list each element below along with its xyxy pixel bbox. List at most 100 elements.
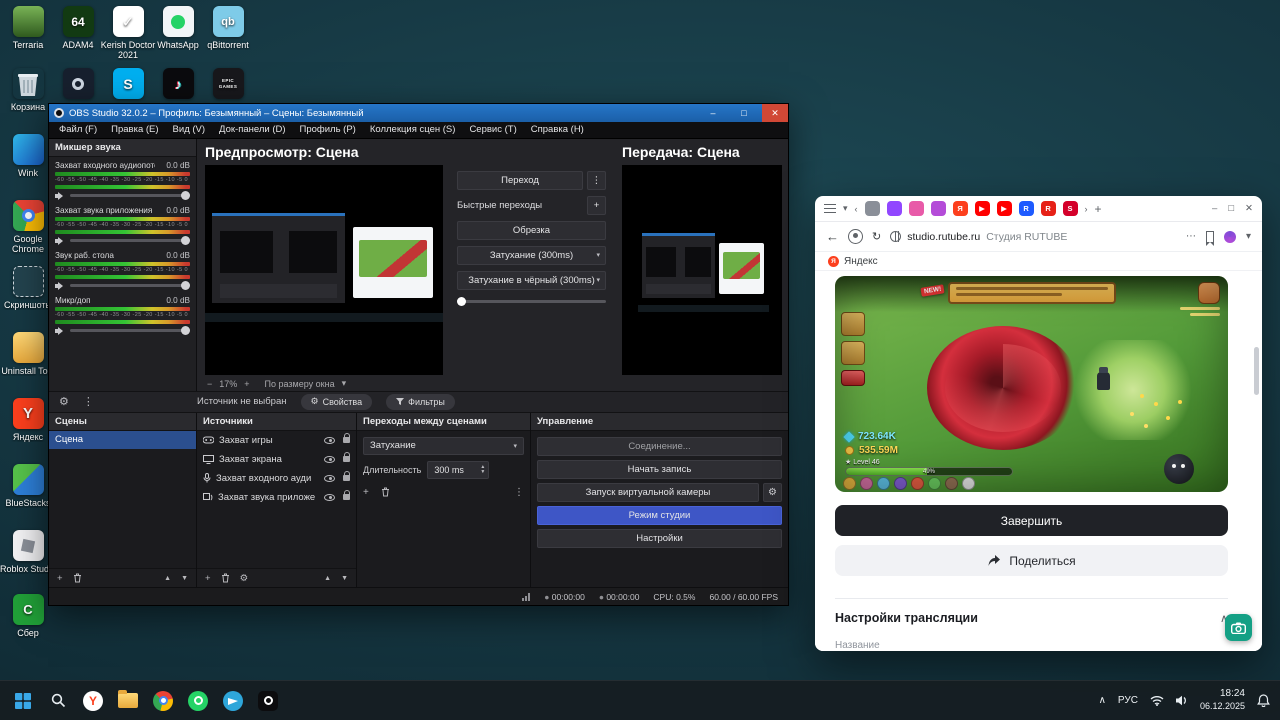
browser-minimize-button[interactable]: – (1212, 203, 1217, 214)
start-recording-button[interactable]: Начать запись (537, 459, 782, 479)
tab-favicon-youtube[interactable]: ▶ (974, 201, 990, 216)
stream-preview[interactable]: NEW! 723.64K 535.59M ★ Level 46 49% (835, 276, 1228, 492)
remove-scene-button[interactable] (73, 573, 82, 583)
finish-stream-button[interactable]: Завершить (835, 505, 1228, 536)
tray-chevron-up-icon[interactable]: ∧ (1099, 695, 1106, 706)
bookmark-icon[interactable] (1205, 231, 1214, 246)
quick-transition-fade-to-black[interactable]: Затухание в чёрный (300ms) ▾ (457, 270, 606, 290)
source-row-game-capture[interactable]: Захват игры (197, 431, 356, 450)
duration-spinner[interactable]: 300 ms ▲ ▼ (427, 460, 490, 479)
controls-header[interactable]: Управление (531, 412, 788, 431)
program-canvas[interactable] (622, 164, 782, 375)
sidebar-icon[interactable] (824, 204, 836, 213)
wifi-icon[interactable] (1150, 695, 1164, 706)
mixer-gear-icon[interactable]: ⚙ (59, 395, 69, 408)
menu-file[interactable]: Файл (F) (52, 124, 104, 135)
taskbar-clock[interactable]: 18:24 06.12.2025 (1200, 688, 1245, 713)
menu-edit[interactable]: Правка (E) (104, 124, 165, 135)
tab-favicon-violet-site[interactable] (930, 201, 946, 216)
back-icon[interactable]: ← (826, 229, 839, 244)
scene-up-button[interactable]: ▲ (164, 575, 171, 582)
menu-view[interactable]: Вид (V) (166, 124, 213, 135)
search-button[interactable] (45, 688, 71, 714)
zoom-in-icon[interactable]: + (244, 379, 249, 389)
tab-favicon-purple-site[interactable] (886, 201, 902, 216)
visibility-icon[interactable] (324, 474, 335, 482)
filters-button[interactable]: Фильтры (386, 393, 455, 410)
tabs-chevron-down-icon[interactable]: ▾ (843, 203, 848, 214)
sources-header[interactable]: Источники (197, 412, 356, 431)
quick-transition-fade[interactable]: Затухание (300ms) ▾ (457, 245, 606, 265)
toolbar-chevron-down-icon[interactable]: ▾ (1246, 231, 1251, 242)
broadcast-settings-section[interactable]: Настройки трансляции ∧ (835, 611, 1228, 625)
tab-favicon-pink-site[interactable] (908, 201, 924, 216)
remove-source-button[interactable] (221, 573, 230, 583)
speaker-icon[interactable] (55, 236, 65, 245)
more-icon[interactable]: ⋯ (1186, 231, 1196, 242)
tab-favicon-yandex[interactable]: Я (952, 201, 968, 216)
scenes-header[interactable]: Сцены (49, 412, 196, 431)
speaker-icon[interactable] (55, 326, 65, 335)
menu-help[interactable]: Справка (H) (524, 124, 591, 135)
visibility-icon[interactable] (324, 493, 335, 501)
transition-slider[interactable] (457, 296, 606, 306)
volume-icon[interactable] (1175, 695, 1188, 706)
add-source-button[interactable]: + (205, 573, 211, 584)
start-button[interactable] (10, 688, 36, 714)
tab-favicon-red-site[interactable]: S (1062, 201, 1078, 216)
taskbar-yandex-browser[interactable]: Y (80, 688, 106, 714)
transition-button[interactable]: Переход (457, 170, 583, 190)
taskbar-chrome[interactable] (150, 688, 176, 714)
source-down-button[interactable]: ▼ (341, 575, 348, 582)
lock-icon[interactable] (343, 471, 350, 482)
transition-props-icon[interactable]: ⋮ (514, 487, 524, 498)
start-streaming-button[interactable]: Соединение... (537, 436, 782, 456)
share-button[interactable]: Поделиться (835, 545, 1228, 576)
preview-canvas[interactable] (205, 164, 443, 375)
taskbar-explorer[interactable] (115, 688, 141, 714)
reload-icon[interactable]: ↻ (872, 230, 881, 243)
notification-bell-icon[interactable] (1257, 694, 1270, 707)
visibility-icon[interactable] (324, 455, 335, 463)
menu-tools[interactable]: Сервис (T) (462, 124, 523, 135)
chevron-down-icon[interactable]: ▾ (596, 251, 600, 259)
lock-icon[interactable] (343, 452, 350, 463)
tab-favicon-rutube-blue[interactable]: R (1018, 201, 1034, 216)
scene-item-selected[interactable]: Сцена (49, 430, 196, 449)
speaker-icon[interactable] (55, 191, 65, 200)
desktop-icon-qbittorrent[interactable]: qb qBittorrent (200, 6, 256, 50)
remove-transition-button[interactable] (381, 487, 390, 497)
transition-menu-button[interactable]: ⋮ (587, 170, 606, 190)
taskbar-obs[interactable] (255, 688, 281, 714)
volume-slider[interactable] (70, 281, 190, 291)
scene-transitions-header[interactable]: Переходы между сценами (357, 412, 530, 431)
browser-maximize-button[interactable]: □ (1228, 203, 1234, 214)
maximize-button[interactable]: □ (731, 104, 757, 122)
source-properties-icon[interactable]: ⚙ (240, 573, 249, 584)
menu-profile[interactable]: Профиль (P) (293, 124, 363, 135)
add-transition-button[interactable]: + (363, 487, 369, 498)
properties-button[interactable]: ⚙ Свойства (300, 393, 373, 410)
add-scene-button[interactable]: + (57, 573, 63, 584)
quick-transition-cut[interactable]: Обрезка (457, 220, 606, 240)
mixer-header[interactable]: Микшер звука (49, 138, 196, 157)
scene-down-button[interactable]: ▼ (181, 575, 188, 582)
virtual-camera-settings-button[interactable]: ⚙ (763, 482, 782, 502)
scrollbar-thumb[interactable] (1254, 347, 1259, 395)
capture-button[interactable] (1225, 614, 1252, 641)
tab-favicon-youtube[interactable]: ▶ (996, 201, 1012, 216)
add-quick-transition-button[interactable]: + (587, 195, 606, 215)
tabs-scroll-left-icon[interactable]: ‹ (855, 204, 858, 214)
address-bar[interactable]: studio.rutube.ru Студия RUTUBE (890, 231, 1177, 243)
language-indicator[interactable]: РУС (1118, 695, 1138, 706)
browser-close-button[interactable]: ✕ (1245, 203, 1253, 214)
studio-mode-button[interactable]: Режим студии (537, 505, 782, 525)
volume-slider[interactable] (70, 191, 190, 201)
source-up-button[interactable]: ▲ (324, 575, 331, 582)
visibility-icon[interactable] (324, 436, 335, 444)
new-tab-button[interactable]: + (1095, 202, 1102, 216)
lock-icon[interactable] (343, 490, 350, 501)
lock-icon[interactable] (343, 433, 350, 444)
taskbar-telegram[interactable] (220, 688, 246, 714)
minimize-button[interactable]: – (700, 104, 726, 122)
